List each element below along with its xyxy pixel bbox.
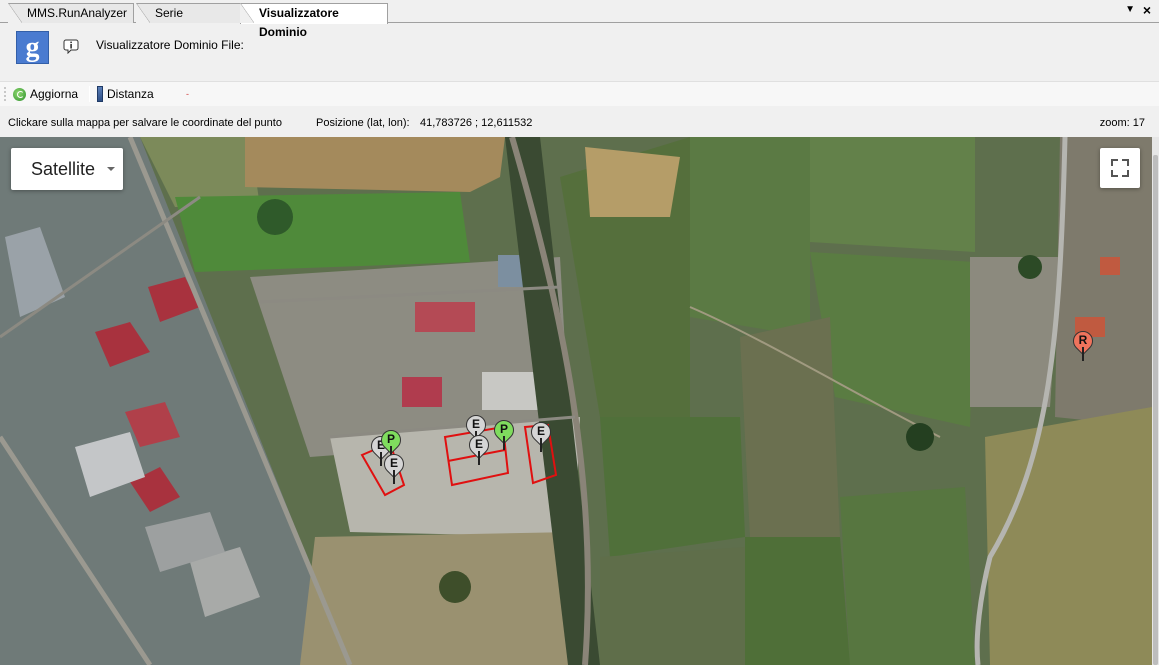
tab-mms-runanalyzer[interactable]: MMS.RunAnalyzer — [8, 3, 134, 23]
refresh-button[interactable]: Aggiorna — [13, 85, 78, 103]
viewer-header: g Visualizzatore Dominio File: — [0, 24, 1159, 80]
domain-file-label: Visualizzatore Dominio File: — [96, 38, 244, 52]
map-marker[interactable]: E — [379, 449, 409, 484]
position-label: Posizione (lat, lon): — [316, 117, 410, 129]
zoom-level: zoom: 17 — [1099, 117, 1145, 129]
toolbar-extra-marker: - — [186, 89, 189, 99]
distance-label: Distanza — [107, 87, 154, 101]
satellite-map[interactable]: Satellite E P E E E P E R — [0, 137, 1152, 665]
refresh-label: Aggiorna — [30, 87, 79, 101]
distance-button[interactable]: Distanza — [97, 85, 154, 103]
chevron-down-icon[interactable]: ▼ — [1125, 4, 1135, 15]
fullscreen-icon — [1111, 159, 1118, 166]
map-marker[interactable]: E — [526, 417, 556, 452]
coordinates-status-row: Clickare sulla mappa per salvare le coor… — [0, 107, 1159, 137]
caret-down-icon — [107, 167, 115, 171]
toolbar-grip[interactable] — [4, 86, 6, 102]
tab-serie-temporale[interactable]: Serie temporale — [136, 3, 242, 39]
vertical-scrollbar[interactable] — [1152, 137, 1159, 665]
google-logo-icon[interactable]: g — [16, 31, 49, 64]
position-value: 41,783726 ; 12,611532 — [420, 117, 533, 129]
map-marker[interactable]: E — [464, 430, 494, 465]
tab-visualizzatore-dominio[interactable]: Visualizzatore Dominio — [240, 3, 388, 39]
map-type-dropdown[interactable]: Satellite — [11, 148, 123, 190]
map-marker[interactable]: P — [489, 415, 519, 450]
document-tab-strip: MMS.RunAnalyzer Serie temporale Visualiz… — [0, 0, 1159, 39]
map-type-label: Satellite — [31, 159, 96, 179]
info-icon[interactable] — [63, 38, 79, 54]
close-icon[interactable]: × — [1143, 3, 1151, 17]
fullscreen-button[interactable] — [1100, 148, 1140, 188]
scrollbar-thumb[interactable] — [1153, 155, 1158, 665]
click-hint-text: Clickare sulla mappa per salvare le coor… — [8, 117, 282, 129]
ruler-icon — [97, 86, 103, 102]
refresh-icon — [13, 87, 26, 101]
toolbar: Aggiorna Distanza - — [0, 81, 1159, 106]
satellite-imagery — [0, 137, 1152, 665]
toolbar-separator — [89, 86, 90, 102]
map-marker[interactable]: R — [1068, 326, 1098, 361]
